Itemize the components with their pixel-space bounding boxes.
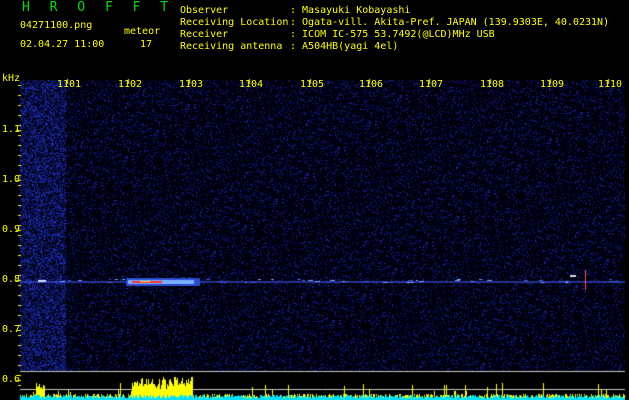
x-tick-label: 1101 bbox=[57, 79, 82, 90]
x-tick-label: 1109 bbox=[540, 79, 565, 90]
y-tick-label: 0.6 bbox=[2, 374, 21, 385]
app-title: H R O F F T bbox=[22, 0, 175, 15]
x-tick-label: 1110 bbox=[598, 79, 623, 90]
location-label: Receiving Location bbox=[180, 17, 289, 28]
x-tick-label: 1104 bbox=[239, 79, 264, 90]
x-tick-label: 1105 bbox=[300, 79, 325, 90]
datetime-label: 02.04.27 11:00 bbox=[20, 39, 105, 50]
antenna-label: Receiving antenna bbox=[180, 41, 283, 52]
filename-label: 04271100.png bbox=[20, 20, 93, 31]
receiver-label: Receiver bbox=[180, 29, 229, 40]
x-tick-label: 1103 bbox=[179, 79, 204, 90]
y-tick-label: 1.0 bbox=[2, 174, 21, 185]
y-tick-label: 0.7 bbox=[2, 324, 21, 335]
x-tick-label: 1108 bbox=[480, 79, 505, 90]
y-axis-unit: kHz bbox=[2, 73, 21, 84]
antenna-value: : A504HB(yagi 4el) bbox=[290, 41, 399, 52]
meteor-count: 17 bbox=[140, 39, 153, 50]
y-tick-label: 0.9 bbox=[2, 224, 21, 235]
x-tick-label: 1106 bbox=[359, 79, 384, 90]
meteor-label: meteor bbox=[124, 26, 161, 37]
observer-label: Observer bbox=[180, 5, 229, 16]
x-tick-label: 1107 bbox=[419, 79, 444, 90]
receiver-value: : ICOM IC-575 53.7492(@LCD)MHz USB bbox=[290, 29, 495, 40]
x-tick-label: 1102 bbox=[118, 79, 143, 90]
y-tick-label: 1.1 bbox=[2, 124, 21, 135]
spectrogram-canvas bbox=[0, 0, 629, 400]
y-tick-label: 0.8 bbox=[2, 274, 21, 285]
observer-value: : Masayuki Kobayashi bbox=[290, 5, 411, 16]
location-value: : Ogata-vill. Akita-Pref. JAPAN (139.930… bbox=[290, 17, 610, 28]
